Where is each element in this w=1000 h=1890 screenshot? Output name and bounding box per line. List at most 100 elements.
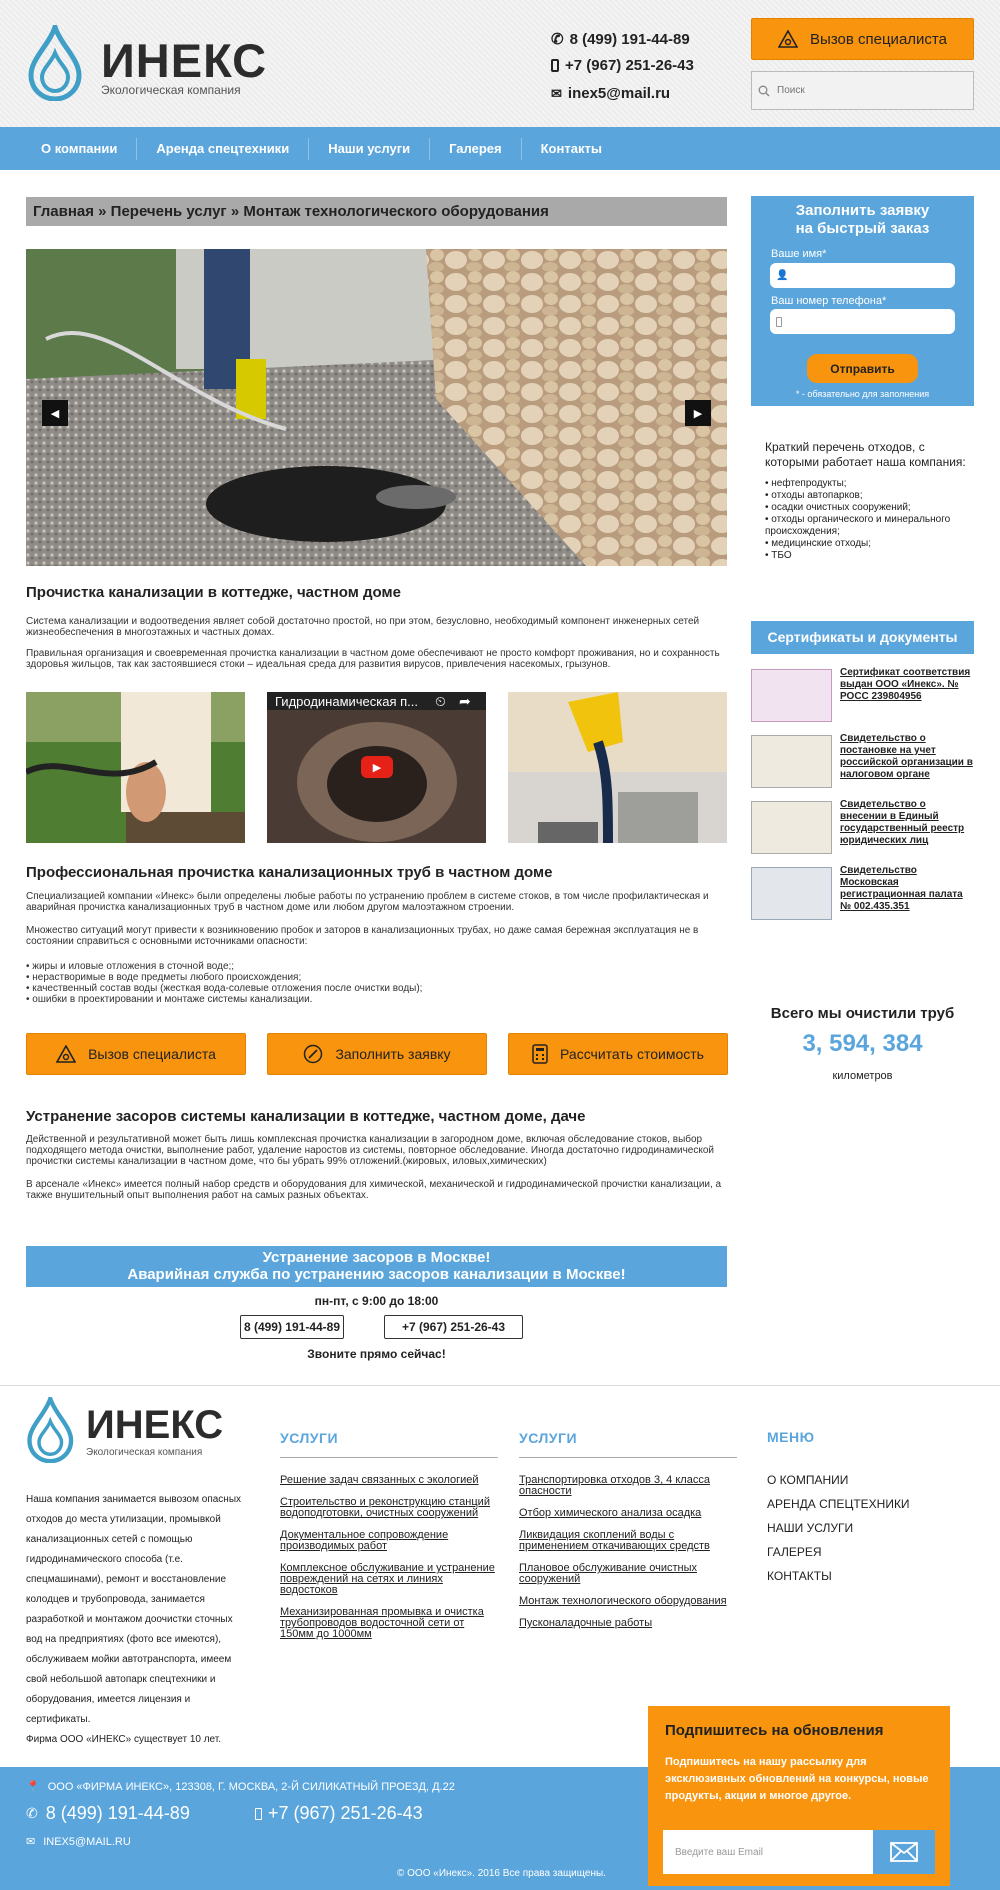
nav-services[interactable]: Наши услуги — [309, 137, 431, 160]
header-email[interactable]: ✉ inex5@mail.ru — [551, 85, 670, 102]
share-icon[interactable]: ➦ — [459, 693, 471, 710]
alarm-icon — [56, 1045, 77, 1063]
play-button[interactable]: ▶ — [361, 756, 393, 778]
footer-menu-item[interactable]: НАШИ УСЛУГИ — [767, 1522, 910, 1534]
certificate-link[interactable]: Свидетельство о постановке на учет росси… — [840, 733, 974, 781]
footer-about-text: Наша компания занимается вывозом опасных… — [26, 1494, 242, 1725]
image-slider: ◀ ▶ — [26, 249, 727, 566]
nav-rental[interactable]: Аренда спецтехники — [137, 137, 310, 160]
slider-next-button[interactable]: ▶ — [685, 400, 711, 426]
section-2-paragraph-1: Специализацией компании «Инекс» были опр… — [26, 891, 709, 913]
subscribe-box: Подпишитесь на обновления Подпишитесь на… — [648, 1706, 950, 1886]
section-1-paragraph-1: Система канализации и водоотведения явля… — [26, 616, 700, 638]
header-phone-2[interactable]: +7 (967) 251-26-43 — [551, 57, 694, 74]
list-item: • жиры и иловые отложения в сточной воде… — [26, 961, 235, 972]
emergency-phone-1[interactable]: 8 (499) 191-44-89 — [240, 1315, 344, 1339]
footer-link[interactable]: Монтаж технологического оборудования — [519, 1596, 737, 1607]
certificate-thumbnail[interactable] — [751, 867, 832, 920]
footer-link[interactable]: Механизированная промывка и очистка труб… — [280, 1607, 498, 1640]
footer-services-list-1: Решение задач связанных с экологией Стро… — [280, 1475, 498, 1651]
photo-thumbnail-1[interactable] — [26, 692, 245, 843]
subscribe-email-input[interactable]: Введите ваш Email — [663, 1830, 873, 1874]
certificate-link[interactable]: Сертификат соответствия выдан ООО «Инекс… — [840, 667, 974, 703]
footer-link[interactable]: Решение задач связанных с экологией — [280, 1475, 498, 1486]
clock-icon[interactable]: ⏲ — [435, 693, 446, 710]
required-note: * - обязательно для заполнения — [795, 389, 930, 399]
mobile-icon — [551, 59, 559, 72]
section-3-paragraph-2: В арсенале «Инекс» имеется полный набор … — [26, 1179, 722, 1201]
footer-link[interactable]: Ликвидация скоплений воды с применением … — [519, 1530, 737, 1552]
call-specialist-button[interactable]: Вызов специалиста — [751, 18, 974, 60]
call-specialist-label: Вызов специалиста — [810, 30, 947, 48]
calculate-cost-cta[interactable]: Рассчитать стоимость — [508, 1033, 728, 1075]
footer-menu-item[interactable]: О КОМПАНИИ — [767, 1474, 910, 1486]
photo-pipe-cleaning — [26, 692, 245, 843]
calc-cta-label: Рассчитать стоимость — [560, 1046, 704, 1062]
footer-menu-item[interactable]: КОНТАКТЫ — [767, 1570, 910, 1582]
footer-link[interactable]: Документальное сопровождение производимы… — [280, 1530, 498, 1552]
phone-field[interactable] — [770, 309, 955, 334]
order-form-title-2: на быстрый заказ — [795, 220, 930, 237]
envelope-icon — [890, 1842, 918, 1862]
breadcrumb[interactable]: Главная » Перечень услуг » Монтаж технол… — [26, 197, 727, 226]
fill-request-cta[interactable]: Заполнить заявку — [267, 1033, 487, 1075]
footer-logo-name[interactable]: ИНЕКС — [86, 1403, 223, 1448]
certificate-item[interactable]: Свидетельство о внесении в Единый госуда… — [751, 799, 974, 855]
list-item: • осадки очистных сооружений; — [765, 502, 911, 513]
header: ИНЕКС Экологическая компания ✆ 8 (499) 1… — [0, 0, 1000, 127]
header-phone-1[interactable]: ✆ 8 (499) 191-44-89 — [551, 30, 690, 49]
nav-gallery[interactable]: Галерея — [430, 137, 522, 160]
emergency-banner: Устранение засоров в Москве! Аварийная с… — [26, 1246, 727, 1287]
nav-contacts[interactable]: Контакты — [522, 138, 621, 160]
main-nav: О компании Аренда спецтехники Наши услуг… — [0, 127, 1000, 170]
mail-icon: ✉ — [26, 1836, 36, 1848]
list-item: • отходы автопарков; — [765, 490, 863, 501]
pipes-cleaned-unit: километров — [832, 1070, 893, 1082]
footer-menu-item[interactable]: ГАЛЕРЕЯ — [767, 1546, 910, 1558]
footer-link[interactable]: Отбор химического анализа осадка — [519, 1508, 737, 1519]
emergency-line-1: Устранение засоров в Москве! — [262, 1249, 491, 1266]
footer-phone-1[interactable]: ✆ 8 (499) 191-44-89 — [26, 1803, 190, 1824]
photo-thumbnail-2[interactable] — [508, 692, 727, 843]
footer-link[interactable]: Комплексное обслуживание и устранение по… — [280, 1563, 498, 1596]
footer-link[interactable]: Транспортировка отходов 3, 4 класса опас… — [519, 1475, 737, 1497]
copyright: © ООО «Инекс». 2016 Все права защищены. — [397, 1868, 606, 1879]
list-item: • ТБО — [765, 550, 792, 561]
certificate-item[interactable]: Свидетельство Московская регистрационная… — [751, 865, 974, 921]
slider-prev-button[interactable]: ◀ — [42, 400, 68, 426]
certificate-thumbnail[interactable] — [751, 669, 832, 722]
search-box[interactable] — [751, 71, 974, 110]
name-label: Ваше имя* — [771, 248, 827, 260]
send-button[interactable]: Отправить — [807, 354, 918, 383]
footer-link[interactable]: Плановое обслуживание очистных сооружени… — [519, 1563, 737, 1585]
footer-phone-2[interactable]: +7 (967) 251-26-43 — [255, 1803, 423, 1824]
certificate-item[interactable]: Сертификат соответствия выдан ООО «Инекс… — [751, 667, 974, 723]
logo-name[interactable]: ИНЕКС — [101, 33, 267, 88]
footer-email[interactable]: ✉ INEX5@MAIL.RU — [26, 1835, 131, 1849]
certificate-item[interactable]: Свидетельство о постановке на учет росси… — [751, 733, 974, 789]
footer-link[interactable]: Строительство и реконструкцию станций во… — [280, 1497, 498, 1519]
footer-link[interactable]: Пусконаладочные работы — [519, 1618, 737, 1629]
certificate-link[interactable]: Свидетельство Московская регистрационная… — [840, 865, 974, 913]
emergency-phone-2[interactable]: +7 (967) 251-26-43 — [384, 1315, 523, 1339]
logo-tagline: Экологическая компания — [101, 83, 241, 97]
certificate-thumbnail[interactable] — [751, 801, 832, 854]
subscribe-button[interactable] — [873, 1830, 935, 1874]
name-field[interactable]: 👤 — [770, 263, 955, 288]
video-title: Гидродинамическая п... — [275, 694, 419, 709]
certificate-link[interactable]: Свидетельство о внесении в Единый госуда… — [840, 799, 974, 847]
section-1-title: Прочистка канализации в коттедже, частно… — [26, 584, 401, 601]
certificates-title: Сертификаты и документы — [751, 621, 974, 654]
header-phone-2-text: +7 (967) 251-26-43 — [565, 57, 694, 74]
footer-menu-item[interactable]: АРЕНДА СПЕЦТЕХНИКИ — [767, 1498, 910, 1510]
search-input[interactable] — [777, 85, 957, 96]
footer-phone-2-text: +7 (967) 251-26-43 — [268, 1803, 423, 1823]
section-3-title: Устранение засоров системы канализации в… — [26, 1108, 586, 1125]
list-item: • нерастворимые в воде предметы любого п… — [26, 972, 302, 983]
slider-photo — [26, 249, 727, 566]
video-player[interactable]: Гидродинамическая п... ⏲ ➦ ▶ — [267, 692, 486, 843]
nav-about[interactable]: О компании — [22, 137, 138, 160]
certificate-thumbnail[interactable] — [751, 735, 832, 788]
call-specialist-cta[interactable]: Вызов специалиста — [26, 1033, 246, 1075]
call-now-text: Звоните прямо сейчас! — [307, 1347, 446, 1361]
